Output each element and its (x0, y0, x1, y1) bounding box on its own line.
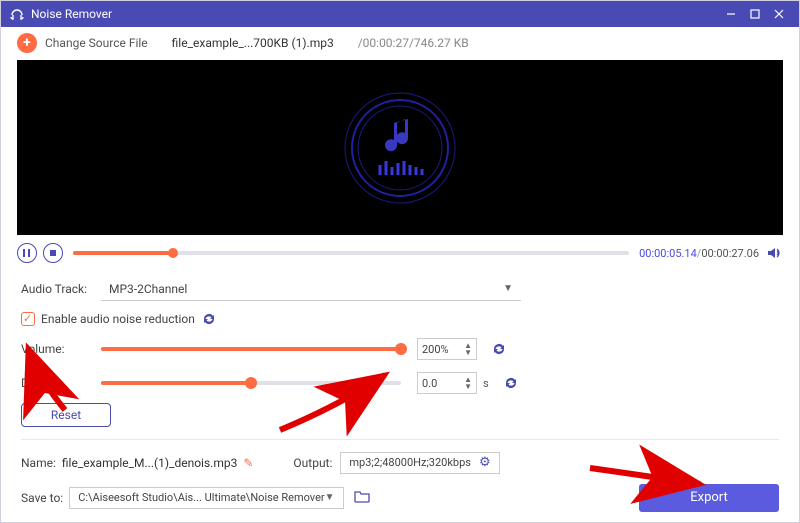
audio-track-row: Audio Track: MP3-2Channel ▼ (21, 275, 779, 303)
volume-reset-icon[interactable] (491, 341, 507, 357)
open-folder-icon[interactable] (354, 489, 370, 507)
close-button[interactable] (767, 2, 791, 26)
playback-timeline[interactable] (73, 251, 629, 255)
volume-slider[interactable] (101, 347, 401, 351)
app-window: Noise Remover + Change Source File file_… (0, 0, 800, 523)
output-name-row: Name: file_example_M...(1)_denois.mp3 ✎ … (1, 448, 799, 478)
time-display: 00:00:05.14/00:00:27.06 (639, 247, 759, 260)
delay-row: Delay: 0.0 ▲▼ s (21, 369, 779, 397)
export-button[interactable]: Export (639, 484, 779, 512)
output-label: Output: (293, 456, 332, 470)
noise-reduction-checkbox[interactable]: ✓ (21, 312, 35, 326)
source-file-bar: + Change Source File file_example_...700… (1, 27, 799, 60)
reset-button[interactable]: Reset (21, 403, 111, 427)
save-to-label: Save to: (21, 491, 63, 505)
checkmark-icon: ✓ (23, 312, 32, 325)
chevron-down-icon: ▼ (325, 492, 335, 503)
chevron-down-icon: ▼ (503, 283, 513, 294)
volume-spinner[interactable]: 200% ▲▼ (417, 338, 477, 360)
audio-track-label: Audio Track: (21, 282, 101, 296)
source-meta: /00:00:27/746.27 KB (358, 36, 469, 50)
settings-panel: Audio Track: MP3-2Channel ▼ ✓ Enable aud… (1, 263, 799, 431)
minimize-button[interactable] (719, 2, 743, 26)
window-title: Noise Remover (31, 7, 719, 21)
maximize-button[interactable] (743, 2, 767, 26)
noise-reduction-row: ✓ Enable audio noise reduction (21, 311, 779, 327)
delay-reset-icon[interactable] (503, 375, 519, 391)
output-format-select[interactable]: mp3;2;48000Hz;320kbps ⚙ (340, 452, 499, 474)
audio-preview-area (17, 60, 783, 235)
delay-label: Delay: (21, 376, 101, 390)
save-export-row: Save to: C:\Aiseesoft Studio\Ais... Ulti… (1, 478, 799, 522)
loop-icon[interactable] (201, 311, 217, 327)
noise-reduction-label: Enable audio noise reduction (41, 312, 195, 326)
output-filename: file_example_M...(1)_denois.mp3 (62, 456, 237, 470)
audio-track-select[interactable]: MP3-2Channel ▼ (101, 277, 521, 301)
spinner-arrows-icon[interactable]: ▲▼ (464, 342, 472, 356)
volume-icon[interactable] (765, 244, 783, 262)
volume-label: Volume: (21, 342, 101, 356)
volume-row: Volume: 200% ▲▼ (21, 335, 779, 363)
source-filename: file_example_...700KB (1).mp3 (172, 36, 334, 50)
app-logo-icon (9, 6, 25, 22)
playback-controls: 00:00:05.14/00:00:27.06 (1, 235, 799, 263)
change-source-button[interactable]: + (17, 33, 37, 53)
save-path-select[interactable]: C:\Aiseesoft Studio\Ais... Ultimate\Nois… (69, 487, 343, 509)
titlebar: Noise Remover (1, 1, 799, 27)
stop-button[interactable] (43, 243, 63, 263)
change-source-label: Change Source File (45, 36, 148, 50)
name-label: Name: (21, 456, 56, 470)
current-time: 00:00:05.14 (639, 247, 697, 260)
delay-slider[interactable] (101, 381, 401, 385)
gear-icon[interactable]: ⚙ (479, 455, 491, 470)
delay-spinner[interactable]: 0.0 ▲▼ (417, 372, 477, 394)
edit-name-icon[interactable]: ✎ (243, 456, 253, 470)
divider (21, 439, 779, 440)
delay-unit: s (483, 377, 489, 390)
spinner-arrows-icon[interactable]: ▲▼ (464, 376, 472, 390)
play-pause-button[interactable] (17, 243, 37, 263)
total-time: 00:00:27.06 (701, 247, 759, 260)
audio-visualizer-icon (325, 73, 475, 223)
